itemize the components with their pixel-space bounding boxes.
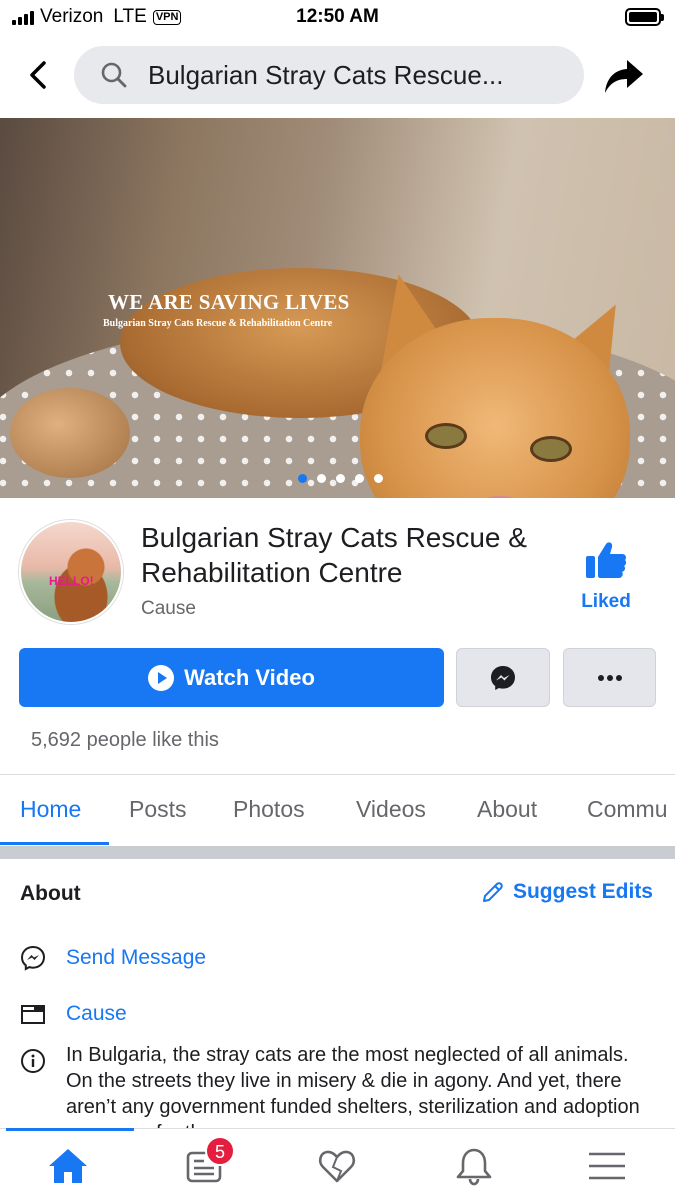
nav-bar: Bulgarian Stray Cats Rescue... [0, 36, 675, 116]
search-bar[interactable]: Bulgarian Stray Cats Rescue... [74, 46, 584, 104]
carousel-dots[interactable] [0, 474, 675, 483]
status-bar: Verizon LTE VPN 12:50 AM [0, 0, 675, 36]
chevron-left-icon [30, 61, 46, 89]
notification-badge: 5 [205, 1136, 235, 1166]
carousel-dot[interactable] [298, 474, 307, 483]
liked-label: Liked [581, 591, 631, 612]
more-button[interactable] [563, 648, 656, 707]
info-icon [21, 1049, 45, 1073]
messenger-icon [491, 665, 515, 690]
tab-photos[interactable]: Photos [233, 796, 305, 823]
pencil-icon [482, 882, 503, 902]
watch-video-label: Watch Video [184, 664, 315, 690]
messenger-button[interactable] [456, 648, 550, 707]
cat-eye-left [425, 423, 467, 449]
likes-count[interactable]: 5,692 people like this [31, 729, 219, 752]
cat-eye-right [530, 436, 572, 462]
bottom-tab-bar [0, 1128, 675, 1200]
send-message-row[interactable]: Send Message [20, 945, 206, 971]
suggest-edits-label: Suggest Edits [512, 880, 653, 903]
divider [0, 774, 675, 775]
back-button[interactable] [22, 58, 54, 92]
cover-title: WE ARE SAVING LIVES [108, 290, 350, 314]
send-message-link[interactable]: Send Message [66, 946, 206, 970]
cover-subtitle: Bulgarian Stray Cats Rescue & Rehabilita… [103, 318, 333, 329]
status-time: 12:50 AM [296, 6, 379, 27]
tab-posts[interactable]: Posts [129, 796, 187, 823]
page-avatar[interactable]: HELLO! [19, 520, 123, 624]
share-icon [605, 60, 643, 93]
cat-paw [10, 388, 130, 478]
search-text: Bulgarian Stray Cats Rescue... [148, 60, 504, 90]
category-row[interactable]: Cause [20, 1001, 127, 1027]
carousel-dot[interactable] [336, 474, 345, 483]
tab-home[interactable]: Home [20, 796, 81, 823]
section-separator [0, 846, 675, 859]
tab-community[interactable]: Commu [587, 796, 668, 823]
cover-photo[interactable]: WE ARE SAVING LIVES Bulgarian Stray Cats… [0, 118, 675, 498]
about-heading: About [20, 882, 81, 905]
carousel-dot[interactable] [355, 474, 364, 483]
menu-icon[interactable] [585, 1145, 629, 1187]
thumbs-up-icon [586, 542, 627, 578]
carousel-dot[interactable] [317, 474, 326, 483]
page-title: Bulgarian Stray Cats Rescue & Rehabilita… [141, 522, 527, 588]
category-link[interactable]: Cause [66, 1002, 127, 1026]
heart-icon[interactable] [315, 1145, 359, 1187]
messenger-outline-icon [20, 945, 46, 971]
avatar-hello-text: HELLO! [49, 574, 94, 588]
share-button[interactable] [603, 56, 645, 96]
liked-button[interactable]: Liked [578, 540, 634, 613]
bell-icon[interactable] [452, 1145, 496, 1187]
search-icon [101, 62, 127, 88]
battery-icon [625, 8, 664, 26]
ellipsis-icon [597, 674, 622, 681]
watch-video-button[interactable]: Watch Video [19, 648, 444, 707]
suggest-edits-button[interactable]: Suggest Edits [481, 880, 653, 904]
tab-about[interactable]: About [477, 796, 537, 823]
tab-videos[interactable]: Videos [356, 796, 426, 823]
play-icon [148, 664, 175, 691]
page-tabs: Home Posts Photos Videos About Commu [0, 776, 675, 846]
page-category[interactable]: Cause [141, 598, 196, 620]
home-icon[interactable] [46, 1145, 90, 1187]
active-tab-indicator [0, 842, 109, 845]
flag-box-icon [21, 1005, 45, 1024]
carousel-dot[interactable] [374, 474, 383, 483]
active-bottom-tab-indicator [6, 1128, 134, 1131]
